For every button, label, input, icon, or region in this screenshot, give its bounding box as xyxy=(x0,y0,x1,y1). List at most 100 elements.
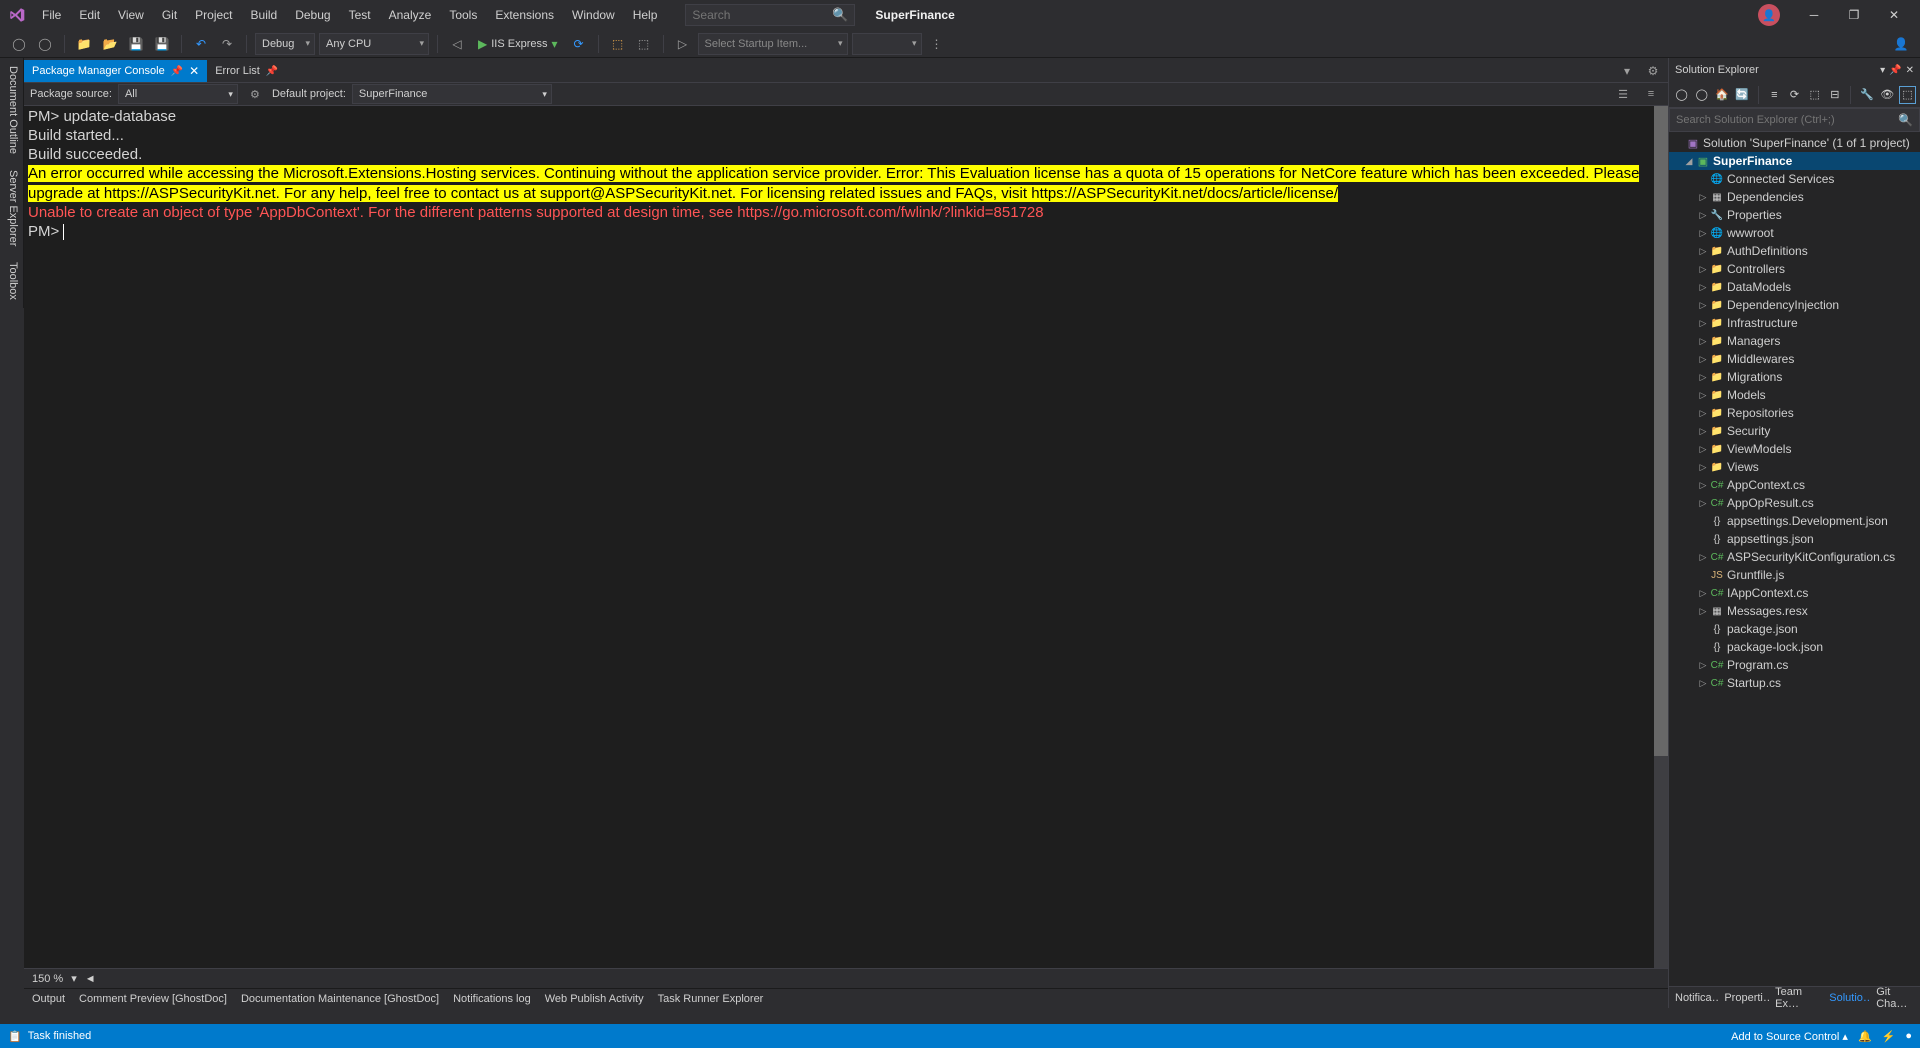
menu-help[interactable]: Help xyxy=(625,4,666,26)
step-back-icon[interactable]: ◁ xyxy=(446,33,468,55)
nav-fwd-icon[interactable]: ◯ xyxy=(34,33,56,55)
expand-icon[interactable]: ▷ xyxy=(1697,300,1709,311)
tree-item[interactable]: ▷📁DependencyInjection xyxy=(1669,296,1920,314)
expand-icon[interactable]: ▷ xyxy=(1697,678,1709,689)
se-back-icon[interactable]: ◯ xyxy=(1673,86,1690,104)
expand-icon[interactable]: ▷ xyxy=(1697,426,1709,437)
tree-item[interactable]: ▷C#AppContext.cs xyxy=(1669,476,1920,494)
overflow-icon[interactable]: ⋮ xyxy=(926,33,948,55)
expand-icon[interactable]: ▷ xyxy=(1697,318,1709,329)
menu-test[interactable]: Test xyxy=(341,4,379,26)
save-all-icon[interactable]: 💾 xyxy=(151,33,173,55)
tab-dropdown-icon[interactable]: ▾ xyxy=(1616,60,1638,82)
feedback-icon[interactable]: ⚡ xyxy=(1882,1030,1896,1043)
rail-doc-outline[interactable]: Document Outline xyxy=(0,58,24,162)
tab-error-list[interactable]: Error List 📌 xyxy=(207,60,286,82)
tree-item[interactable]: ▷C#ASPSecurityKitConfiguration.cs xyxy=(1669,548,1920,566)
btab-web-publish[interactable]: Web Publish Activity xyxy=(545,993,644,1005)
expand-icon[interactable]: ▷ xyxy=(1697,354,1709,365)
menu-tools[interactable]: Tools xyxy=(441,4,485,26)
tree-item[interactable]: ▷📁Views xyxy=(1669,458,1920,476)
pmc-settings-icon[interactable]: ⚙ xyxy=(244,83,266,105)
collapse-icon[interactable]: ◢ xyxy=(1683,156,1695,167)
btab-task-runner[interactable]: Task Runner Explorer xyxy=(658,993,764,1005)
run-button[interactable]: ▶ IIS Express ▾ xyxy=(472,33,564,55)
tab-pmc[interactable]: Package Manager Console 📌 ✕ xyxy=(24,60,207,82)
config-dropdown[interactable]: Debug xyxy=(255,33,315,55)
expand-icon[interactable]: ▷ xyxy=(1697,282,1709,293)
user-avatar[interactable]: 👤 xyxy=(1758,4,1780,26)
menu-file[interactable]: File xyxy=(34,4,69,26)
open-file-icon[interactable]: 📂 xyxy=(99,33,121,55)
zoom-dropdown-icon[interactable]: ▾ xyxy=(71,972,77,985)
rail-server-explorer[interactable]: Server Explorer xyxy=(0,162,24,254)
redo-icon[interactable]: ↷ xyxy=(216,33,238,55)
close-button[interactable]: ✕ xyxy=(1874,0,1914,30)
menu-project[interactable]: Project xyxy=(187,4,240,26)
menu-build[interactable]: Build xyxy=(243,4,286,26)
menu-extensions[interactable]: Extensions xyxy=(487,4,562,26)
menu-edit[interactable]: Edit xyxy=(71,4,108,26)
solution-explorer-search[interactable]: 🔍 xyxy=(1669,108,1920,132)
se-preview-icon[interactable]: 👁 xyxy=(1879,86,1896,104)
undo-icon[interactable]: ↶ xyxy=(190,33,212,55)
sbt-git-changes[interactable]: Git Cha… xyxy=(1870,987,1920,1008)
tree-item[interactable]: {}appsettings.Development.json xyxy=(1669,512,1920,530)
tree-item[interactable]: ▷C#Startup.cs xyxy=(1669,674,1920,692)
tree-item[interactable]: ▷📁DataModels xyxy=(1669,278,1920,296)
tree-item[interactable]: ▷📁AuthDefinitions xyxy=(1669,242,1920,260)
expand-icon[interactable]: ▷ xyxy=(1697,606,1709,617)
tree-item[interactable]: ▷📁Repositories xyxy=(1669,404,1920,422)
tree-item[interactable]: ▷📁Controllers xyxy=(1669,260,1920,278)
pmc-project-dropdown[interactable]: SuperFinance xyxy=(352,84,552,104)
refresh-icon[interactable]: ⟳ xyxy=(568,33,590,55)
btab-output[interactable]: Output xyxy=(32,993,65,1005)
expand-icon[interactable]: ▷ xyxy=(1697,444,1709,455)
minimize-button[interactable]: ─ xyxy=(1794,0,1834,30)
tree-item[interactable]: {}package-lock.json xyxy=(1669,638,1920,656)
pin-icon[interactable]: 📌 xyxy=(171,66,183,77)
misc-dropdown[interactable] xyxy=(852,33,922,55)
tree-item[interactable]: ▷C#AppOpResult.cs xyxy=(1669,494,1920,512)
tree-item[interactable]: ▷📁Migrations xyxy=(1669,368,1920,386)
tree-item[interactable]: JSGruntfile.js xyxy=(1669,566,1920,584)
tree-item[interactable]: ▷C#IAppContext.cs xyxy=(1669,584,1920,602)
nav-back-icon[interactable]: ◯ xyxy=(8,33,30,55)
search-input[interactable] xyxy=(692,8,832,22)
tree-item[interactable]: ▷📁Security xyxy=(1669,422,1920,440)
new-project-icon[interactable]: 📁 xyxy=(73,33,95,55)
expand-icon[interactable]: ▷ xyxy=(1697,336,1709,347)
expand-icon[interactable]: ▷ xyxy=(1697,372,1709,383)
expand-icon[interactable]: ▷ xyxy=(1697,246,1709,257)
solution-explorer-search-input[interactable] xyxy=(1676,114,1898,126)
search-box[interactable]: 🔍 xyxy=(685,4,855,26)
se-filter-icon[interactable]: ≡ xyxy=(1766,86,1783,104)
panel-dropdown-icon[interactable]: ▾ xyxy=(1880,65,1885,76)
status-indicator-icon[interactable]: ● xyxy=(1905,1030,1912,1042)
se-fwd-icon[interactable]: ◯ xyxy=(1693,86,1710,104)
expand-icon[interactable]: ▷ xyxy=(1697,480,1709,491)
tree-item[interactable]: {}appsettings.json xyxy=(1669,530,1920,548)
tree-item[interactable]: {}package.json xyxy=(1669,620,1920,638)
menu-debug[interactable]: Debug xyxy=(287,4,338,26)
rail-toolbox[interactable]: Toolbox xyxy=(0,254,24,308)
pmc-wrap-icon[interactable]: ≡ xyxy=(1640,83,1662,105)
tree-solution[interactable]: ▣ Solution 'SuperFinance' (1 of 1 projec… xyxy=(1669,134,1920,152)
se-refresh-icon[interactable]: ⟳ xyxy=(1786,86,1803,104)
console-output[interactable]: PM> update-database Build started... Bui… xyxy=(24,106,1668,968)
pin-icon[interactable]: 📌 xyxy=(266,66,278,77)
maximize-button[interactable]: ❐ xyxy=(1834,0,1874,30)
panel-pin-icon[interactable]: 📌 xyxy=(1889,65,1901,76)
tree-item[interactable]: ▷▦Dependencies xyxy=(1669,188,1920,206)
expand-icon[interactable]: ▷ xyxy=(1697,498,1709,509)
sbt-team-explorer[interactable]: Team Ex… xyxy=(1769,987,1823,1008)
tree-item[interactable]: ▷C#Program.cs xyxy=(1669,656,1920,674)
menu-analyze[interactable]: Analyze xyxy=(381,4,440,26)
expand-icon[interactable]: ▷ xyxy=(1697,228,1709,239)
expand-icon[interactable]: ▷ xyxy=(1697,408,1709,419)
sbt-solution-explorer[interactable]: Solutio… xyxy=(1823,987,1870,1008)
expand-icon[interactable]: ▷ xyxy=(1697,390,1709,401)
save-icon[interactable]: 💾 xyxy=(125,33,147,55)
live-share-icon[interactable]: 👤 xyxy=(1890,33,1912,55)
tree-project[interactable]: ◢ ▣ SuperFinance xyxy=(1669,152,1920,170)
